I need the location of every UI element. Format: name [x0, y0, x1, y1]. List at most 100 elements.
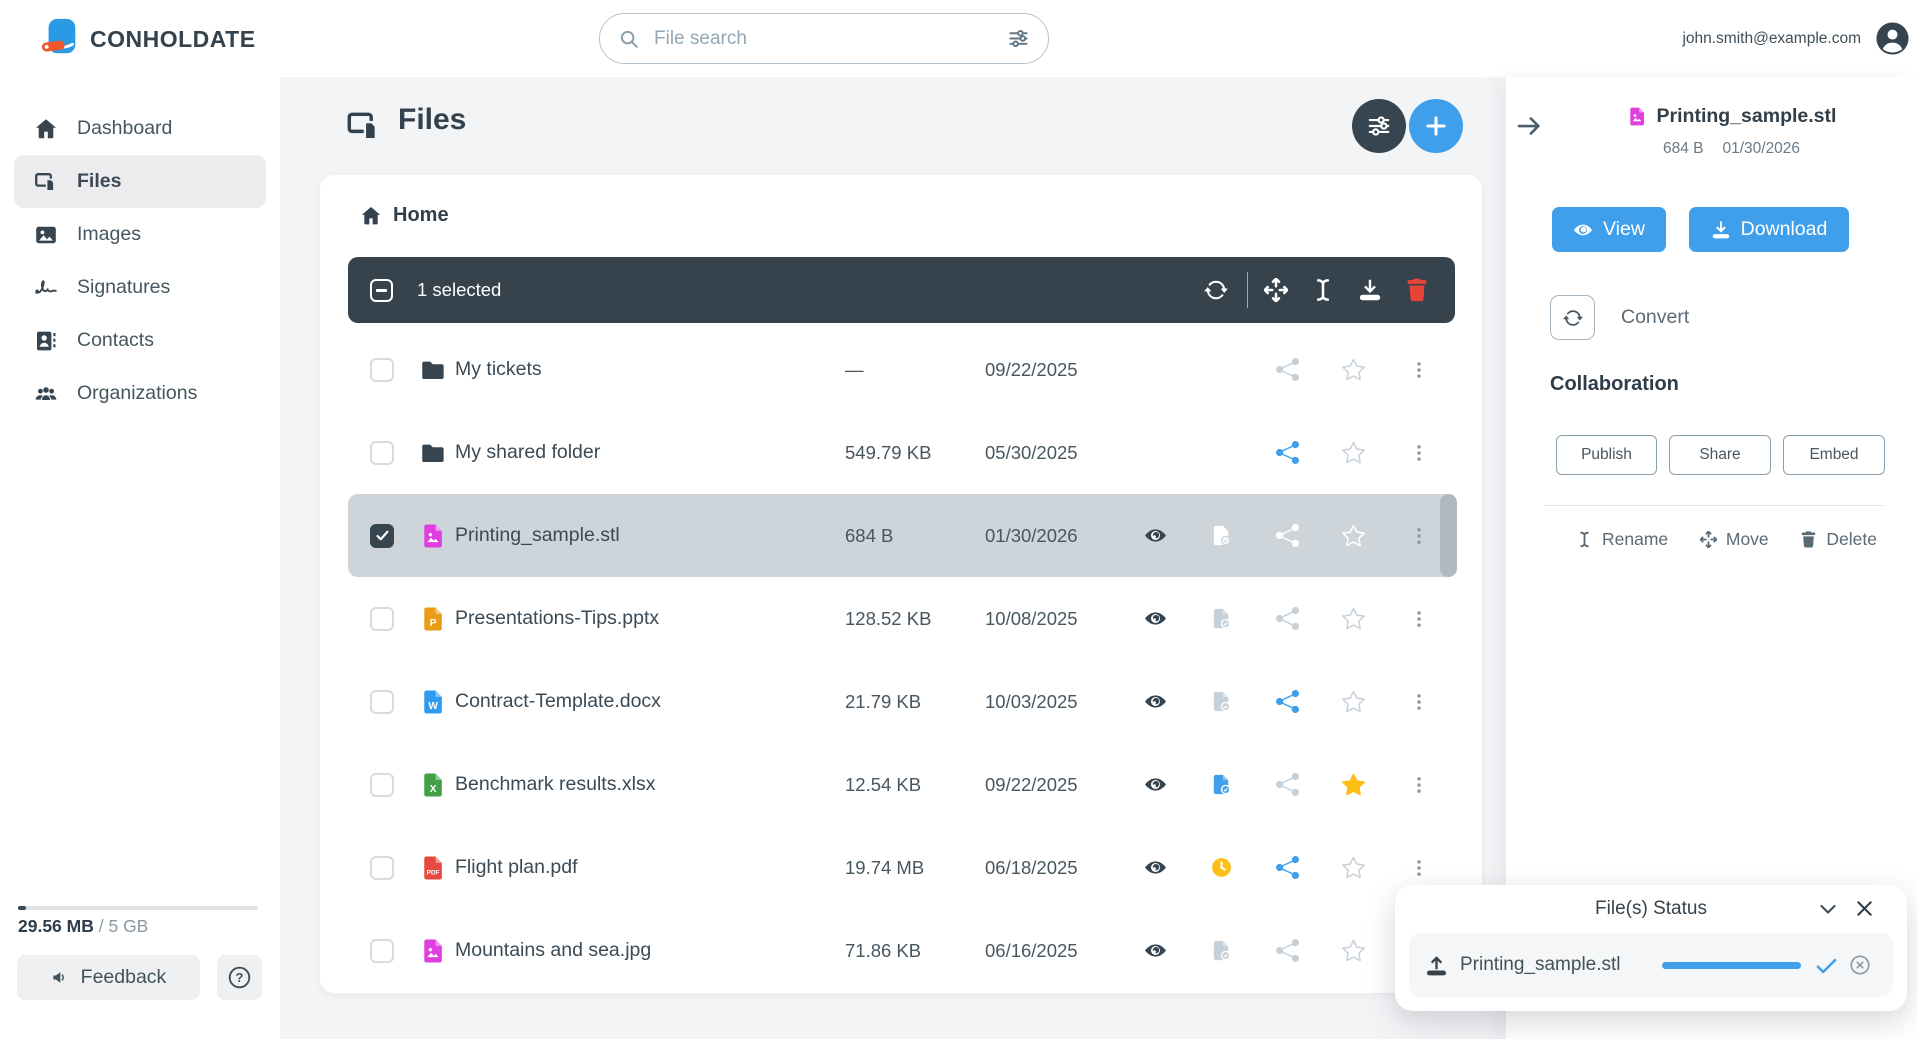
- file-row[interactable]: My tickets—09/22/2025: [348, 328, 1455, 411]
- view-button[interactable]: View: [1552, 207, 1666, 252]
- file-type-icon: [420, 936, 447, 966]
- scrollbar-thumb[interactable]: [1440, 494, 1457, 577]
- publish-button[interactable]: Publish: [1556, 435, 1657, 475]
- user-avatar[interactable]: [1875, 21, 1910, 56]
- conversion-status-icon[interactable]: [1188, 515, 1254, 557]
- storage-total: / 5 GB: [99, 916, 149, 936]
- file-name[interactable]: Flight plan.pdf: [455, 856, 845, 879]
- sidebar: DashboardFilesImagesSignaturesContactsOr…: [0, 77, 280, 1039]
- kebab-menu-icon[interactable]: [1386, 847, 1452, 889]
- star-icon[interactable]: [1320, 764, 1386, 806]
- conversion-status-icon[interactable]: [1188, 764, 1254, 806]
- preview-eye-icon[interactable]: [1122, 930, 1188, 972]
- delete-selected-icon[interactable]: [1405, 278, 1429, 302]
- download-button[interactable]: Download: [1689, 207, 1849, 252]
- feedback-button[interactable]: Feedback: [17, 955, 200, 1000]
- file-name[interactable]: Mountains and sea.jpg: [455, 939, 845, 962]
- conversion-status-icon[interactable]: [1188, 681, 1254, 723]
- row-checkbox[interactable]: [370, 773, 394, 797]
- search-filter-icon[interactable]: [1007, 27, 1030, 50]
- delete-button[interactable]: Delete: [1800, 529, 1877, 550]
- file-name[interactable]: Presentations-Tips.pptx: [455, 607, 845, 630]
- share-icon[interactable]: [1254, 930, 1320, 972]
- sidebar-item-files[interactable]: Files: [14, 155, 266, 208]
- star-icon[interactable]: [1320, 598, 1386, 640]
- cancel-upload-icon[interactable]: [1848, 953, 1872, 977]
- file-name[interactable]: Printing_sample.stl: [455, 524, 845, 547]
- file-row[interactable]: My shared folder549.79 KB05/30/2025: [348, 411, 1455, 494]
- convert-selected-icon[interactable]: [1204, 278, 1228, 302]
- preview-eye-icon[interactable]: [1122, 515, 1188, 557]
- add-file-button[interactable]: [1409, 99, 1463, 153]
- star-icon[interactable]: [1320, 515, 1386, 557]
- file-name[interactable]: My tickets: [455, 358, 845, 381]
- row-checkbox[interactable]: [370, 856, 394, 880]
- sidebar-item-organizations[interactable]: Organizations: [14, 367, 266, 420]
- star-icon[interactable]: [1320, 930, 1386, 972]
- sidebar-item-images[interactable]: Images: [14, 208, 266, 261]
- star-icon[interactable]: [1320, 681, 1386, 723]
- select-all-checkbox[interactable]: [370, 279, 393, 302]
- star-icon[interactable]: [1320, 349, 1386, 391]
- conversion-status-icon[interactable]: [1188, 847, 1254, 889]
- row-checkbox[interactable]: [370, 524, 394, 548]
- row-checkbox[interactable]: [370, 607, 394, 631]
- file-name[interactable]: Contract-Template.docx: [455, 690, 845, 713]
- file-row[interactable]: XBenchmark results.xlsx12.54 KB09/22/202…: [348, 743, 1455, 826]
- collaboration-actions: Publish Share Embed: [1556, 435, 1885, 475]
- help-button[interactable]: ?: [217, 955, 262, 1000]
- star-icon[interactable]: [1320, 847, 1386, 889]
- close-icon[interactable]: [1853, 897, 1876, 920]
- conversion-status-icon[interactable]: [1188, 598, 1254, 640]
- file-size: 19.74 MB: [845, 857, 985, 879]
- file-row[interactable]: WContract-Template.docx21.79 KB10/03/202…: [348, 660, 1455, 743]
- share-icon[interactable]: [1254, 432, 1320, 474]
- share-icon[interactable]: [1254, 515, 1320, 557]
- kebab-menu-icon[interactable]: [1386, 764, 1452, 806]
- file-name[interactable]: My shared folder: [455, 441, 845, 464]
- sidebar-item-dashboard[interactable]: Dashboard: [14, 102, 266, 155]
- rename-button[interactable]: Rename: [1576, 529, 1668, 550]
- preview-eye-icon[interactable]: [1122, 764, 1188, 806]
- share-icon[interactable]: [1254, 598, 1320, 640]
- row-checkbox[interactable]: [370, 441, 394, 465]
- rename-selected-icon[interactable]: [1311, 278, 1335, 302]
- preview-eye-icon[interactable]: [1122, 598, 1188, 640]
- kebab-menu-icon[interactable]: [1386, 598, 1452, 640]
- conversion-status-icon[interactable]: [1188, 930, 1254, 972]
- share-icon[interactable]: [1254, 764, 1320, 806]
- share-icon[interactable]: [1254, 847, 1320, 889]
- share-icon[interactable]: [1254, 349, 1320, 391]
- share-icon[interactable]: [1254, 681, 1320, 723]
- brand-logo[interactable]: CONHOLDATE: [40, 17, 256, 61]
- convert-button[interactable]: [1550, 295, 1595, 340]
- move-button[interactable]: Move: [1700, 529, 1769, 550]
- download-selected-icon[interactable]: [1358, 278, 1382, 302]
- kebab-menu-icon[interactable]: [1386, 349, 1452, 391]
- kebab-menu-icon[interactable]: [1386, 681, 1452, 723]
- svg-text:PDF: PDF: [427, 869, 440, 876]
- file-row[interactable]: PPresentations-Tips.pptx128.52 KB10/08/2…: [348, 577, 1455, 660]
- row-checkbox[interactable]: [370, 690, 394, 714]
- file-row[interactable]: Mountains and sea.jpg71.86 KB06/16/2025: [348, 909, 1455, 992]
- file-name[interactable]: Benchmark results.xlsx: [455, 773, 845, 796]
- file-row[interactable]: PDFFlight plan.pdf19.74 MB06/18/2025: [348, 826, 1455, 909]
- row-checkbox[interactable]: [370, 939, 394, 963]
- star-icon[interactable]: [1320, 432, 1386, 474]
- collapse-panel-button[interactable]: [1514, 109, 1548, 143]
- list-settings-button[interactable]: [1352, 99, 1406, 153]
- share-button[interactable]: Share: [1669, 435, 1771, 475]
- row-checkbox[interactable]: [370, 358, 394, 382]
- sidebar-item-contacts[interactable]: Contacts: [14, 314, 266, 367]
- breadcrumb[interactable]: Home: [360, 204, 449, 227]
- embed-button[interactable]: Embed: [1783, 435, 1885, 475]
- kebab-menu-icon[interactable]: [1386, 432, 1452, 474]
- preview-eye-icon[interactable]: [1122, 681, 1188, 723]
- file-row[interactable]: Printing_sample.stl684 B01/30/2026: [348, 494, 1455, 577]
- chevron-down-icon[interactable]: [1816, 897, 1840, 921]
- preview-eye-icon[interactable]: [1122, 847, 1188, 889]
- sidebar-item-signatures[interactable]: Signatures: [14, 261, 266, 314]
- move-selected-icon[interactable]: [1264, 278, 1288, 302]
- home-icon: [34, 117, 58, 141]
- search-input[interactable]: [652, 27, 1007, 51]
